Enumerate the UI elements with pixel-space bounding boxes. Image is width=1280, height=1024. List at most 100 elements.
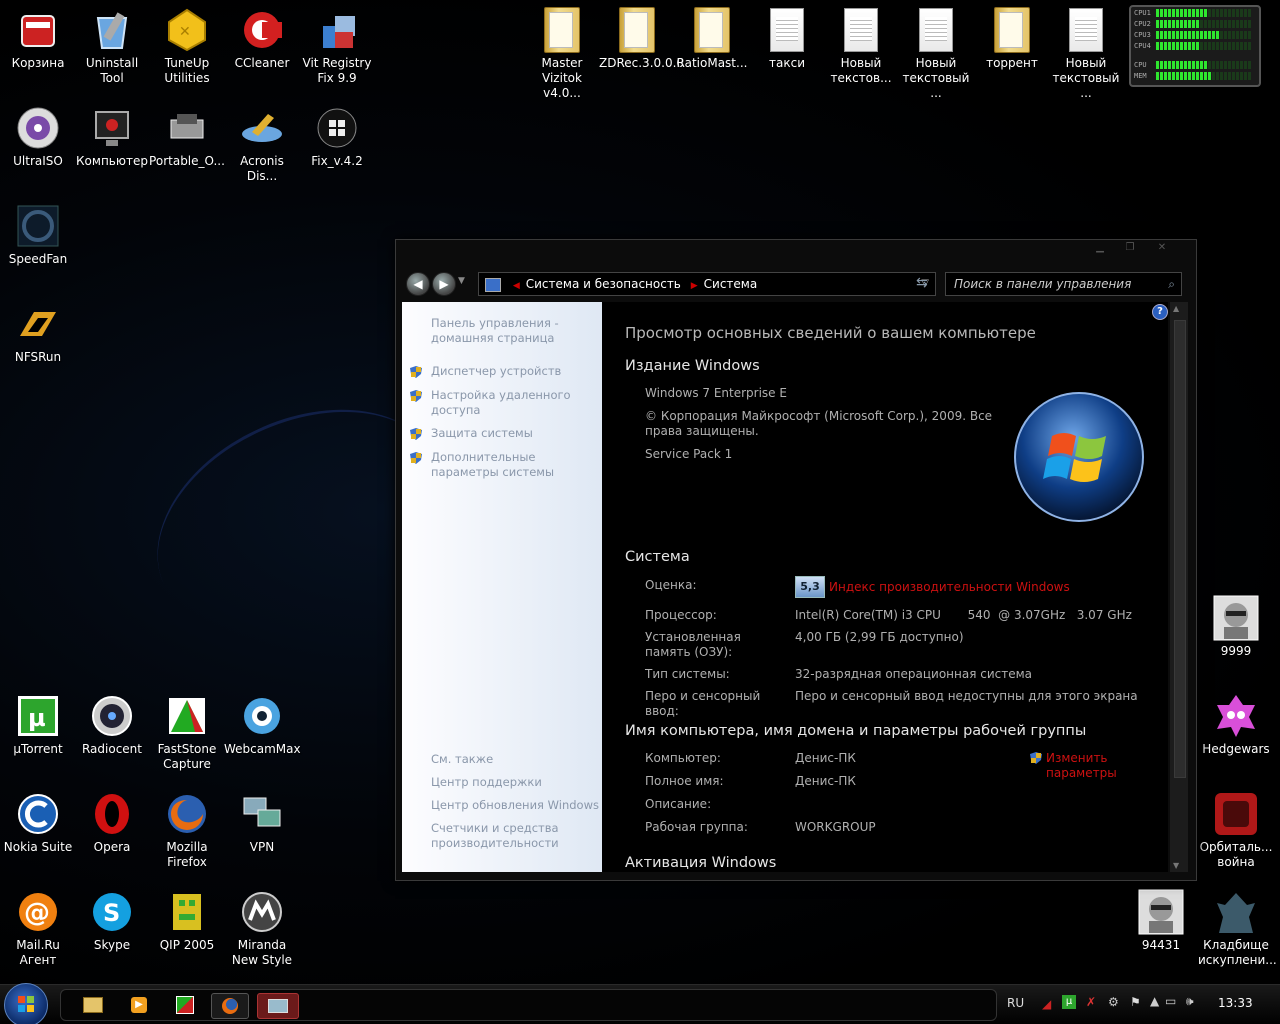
desktop-icon-fix[interactable]: Fix_v.4.2 [299, 104, 375, 169]
search-input[interactable]: Поиск в панели управления ⌕ [945, 272, 1182, 296]
see-also-link[interactable]: Счетчики и средства производительности [431, 821, 599, 851]
language-indicator[interactable]: RU [1007, 996, 1024, 1010]
tray-gear-icon[interactable]: ⚙ [1108, 995, 1119, 1009]
desktop-icon-94431[interactable]: 94431 [1123, 888, 1199, 953]
taskbar-firefox[interactable] [211, 993, 249, 1019]
desktop-icon-speedfan[interactable]: SpeedFan [0, 202, 76, 267]
sidebar-home-link[interactable]: Панель управления - домашняя страница [431, 316, 599, 346]
desktop-icon-firefox[interactable]: Mozilla Firefox [149, 790, 225, 870]
forward-button[interactable]: ▶ [432, 272, 456, 296]
breadcrumb-item[interactable]: Система [704, 277, 758, 291]
registry-fix-icon [313, 6, 361, 54]
desktop-icon-label: Miranda New Style [231, 938, 293, 967]
refresh-icon[interactable]: ⇆ [916, 275, 928, 291]
sidebar-link[interactable]: Настройка удаленного доступа [410, 388, 599, 418]
taskbar-system-window[interactable] [257, 993, 299, 1019]
desktop-icon-portable[interactable]: Portable_O... [149, 104, 225, 169]
close-button[interactable]: ✕ [1150, 242, 1174, 254]
performance-index-link[interactable]: Индекс производительности Windows [829, 580, 1070, 595]
performance-index[interactable]: 5,3 Индекс производительности Windows [795, 576, 1070, 598]
desktop-icon-mailru[interactable]: @ Mail.Ru Агент [0, 888, 76, 968]
tray-volume-icon[interactable]: 🕪 [1186, 994, 1194, 1009]
scroll-up-arrow[interactable]: ▲ [1173, 304, 1179, 313]
desktop-icon-nokia-suite[interactable]: Nokia Suite [0, 790, 76, 855]
meter-segment [1196, 30, 1199, 39]
meter-segment [1240, 60, 1243, 69]
minimize-button[interactable]: ▁ [1088, 242, 1112, 254]
cpu-meter-gadget[interactable]: CPU1 CPU2 CPU3 CPU4 CPU MEM [1129, 5, 1261, 87]
see-also-link[interactable]: Центр обновления Windows [431, 798, 599, 813]
taskbar-explorer[interactable] [75, 993, 111, 1017]
tray-faststone-icon[interactable]: ◢ [1042, 997, 1051, 1011]
tray-flag-icon[interactable]: ⚑ [1130, 995, 1141, 1009]
desktop-icon-ratiomaster[interactable]: RatioMast... [674, 6, 750, 71]
desktop-icon-recycle-bin[interactable]: Корзина [0, 6, 76, 71]
desktop-icon-webcammax[interactable]: WebcamMax [224, 692, 301, 757]
rating-label: Оценка: [645, 578, 697, 592]
search-icon[interactable]: ⌕ [1168, 273, 1175, 295]
meter-label: CPU2 [1134, 19, 1151, 28]
desktop-icon-vpn[interactable]: VPN [224, 790, 300, 855]
meter-segment [1176, 41, 1179, 50]
tray-antivirus-icon[interactable]: ✗ [1086, 995, 1096, 1009]
meter-segment [1248, 60, 1251, 69]
help-icon[interactable]: ? [1152, 304, 1168, 320]
desktop-icon-master-vizitok[interactable]: Master Vizitok v4.0... [524, 6, 600, 101]
desktop-icon-zdrec[interactable]: ZDRec.3.0.0.0 [599, 6, 684, 71]
desktop-icon-faststone[interactable]: FastStone Capture [149, 692, 225, 772]
taskbar-media-player[interactable]: ▶ [121, 993, 157, 1017]
desktop-icon-label: µTorrent [13, 742, 63, 756]
scroll-down-arrow[interactable]: ▼ [1173, 861, 1179, 870]
desktop-icon-radiocent[interactable]: Radiocent [74, 692, 150, 757]
desktop-icon-computer[interactable]: Компьютер [74, 104, 150, 169]
clock[interactable]: 13:33 [1218, 996, 1253, 1010]
show-hidden-icons[interactable]: ▲ [1150, 994, 1159, 1008]
change-settings-link[interactable]: Изменить параметры [1030, 751, 1136, 781]
desktop-icon-taxi[interactable]: такси [749, 6, 825, 71]
back-button[interactable]: ◀ [406, 272, 430, 296]
desktop-icon-skype[interactable]: S Skype [74, 888, 150, 953]
desktop-icon-9999[interactable]: 9999 [1198, 594, 1274, 659]
meter-segment [1184, 30, 1187, 39]
vertical-scrollbar[interactable]: ▲ ▼ [1170, 302, 1188, 872]
desktop-icon-ccleaner[interactable]: CCleaner [224, 6, 300, 71]
maximize-button[interactable]: ❐ [1118, 242, 1142, 254]
tray-network-icon[interactable]: ▭ [1165, 994, 1176, 1008]
desktop-icon-tuneup[interactable]: ✕ TuneUp Utilities [149, 6, 225, 86]
desktop-icon-new-text-1[interactable]: Новый текстов... [823, 6, 899, 86]
sidebar-link[interactable]: Дополнительные параметры системы [410, 450, 599, 480]
desktop-icon-miranda[interactable]: Miranda New Style [224, 888, 300, 968]
desktop-icon-opera[interactable]: Opera [74, 790, 150, 855]
meter-segment [1236, 8, 1239, 17]
desktop-icon-torrent[interactable]: торрент [974, 6, 1050, 71]
desktop-icon-utorrent[interactable]: µ µTorrent [0, 692, 76, 757]
meter-bars [1156, 19, 1251, 28]
window-titlebar[interactable]: ▁ ❐ ✕ [396, 240, 1196, 266]
address-bar[interactable]: ◀ Система и безопасность ▶ Система ▽ [478, 272, 936, 296]
desktop-icon-graveyard[interactable]: Кладбище искуплени... [1198, 888, 1277, 968]
meter-row: CPU4 [1131, 40, 1259, 51]
desktop-icon-acronis[interactable]: Acronis Dis... [224, 104, 300, 184]
see-also-link[interactable]: Центр поддержки [431, 775, 599, 790]
desktop-icon-new-text-2[interactable]: Новый текстовый ... [898, 6, 974, 101]
opera-icon [88, 790, 136, 838]
desktop-icon-registry-fix[interactable]: Vit Registry Fix 9.9 [299, 6, 375, 86]
scrollbar-thumb[interactable] [1174, 320, 1186, 778]
desktop-icon-ultraiso[interactable]: UltraISO [0, 104, 76, 169]
desktop-icon-hedgewars[interactable]: Hedgewars [1198, 692, 1274, 757]
desktop-icon-uninstall-tool[interactable]: Uninstall Tool [74, 6, 150, 86]
meter-segment [1208, 30, 1211, 39]
start-button[interactable] [4, 983, 48, 1024]
desktop-icon-new-text-3[interactable]: Новый текстовый ... [1048, 6, 1124, 101]
miranda-icon [238, 888, 286, 936]
sidebar-link[interactable]: Защита системы [410, 426, 599, 441]
breadcrumb-item[interactable]: Система и безопасность [526, 277, 681, 291]
desktop-icon-qip[interactable]: QIP 2005 [149, 888, 225, 953]
desktop-icon-orbital[interactable]: Орбиталь... война [1198, 790, 1274, 870]
sidebar-link[interactable]: Диспетчер устройств [410, 364, 599, 379]
recent-pages-dropdown[interactable]: ▼ [458, 276, 465, 286]
taskbar-faststone[interactable] [167, 993, 203, 1017]
meter-row: CPU3 [1131, 29, 1259, 40]
tray-utorrent-icon[interactable]: µ [1062, 995, 1076, 1009]
desktop-icon-nfsrun[interactable]: NFSRun [0, 300, 76, 365]
